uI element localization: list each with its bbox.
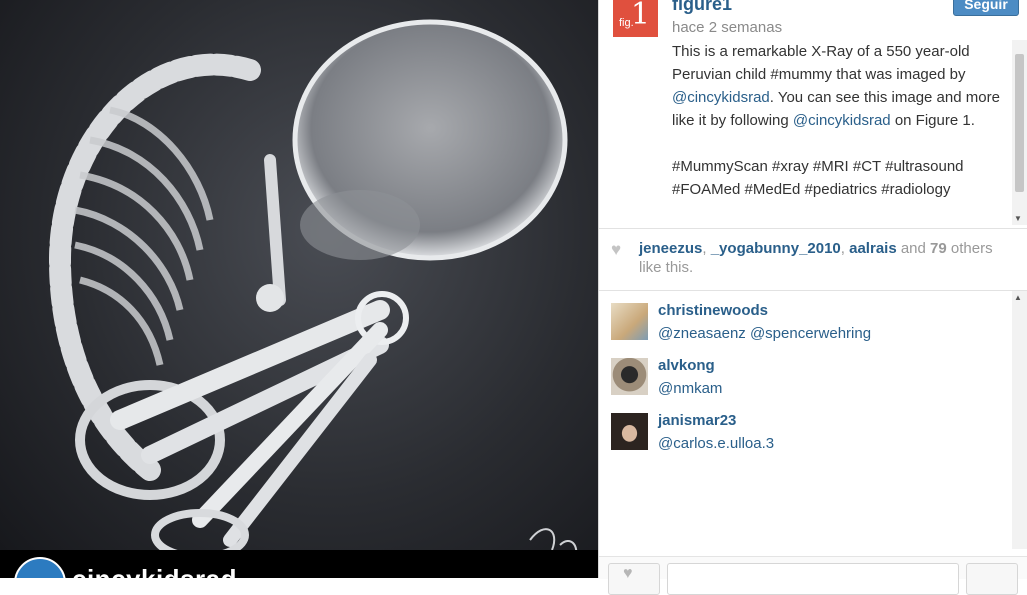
comments-scrollbar[interactable]: ▲ bbox=[1012, 291, 1027, 549]
comment-text[interactable]: @nmkam bbox=[658, 380, 722, 397]
xray-image bbox=[48, 19, 578, 561]
section-divider bbox=[599, 228, 1027, 229]
comment-item: janismar23 @carlos.e.ulloa.3 bbox=[611, 401, 991, 452]
post-caption: This is a remarkable X-Ray of a 550 year… bbox=[672, 40, 1002, 201]
comments-list: christinewoods @zneasaenz @spencerwehrin… bbox=[599, 291, 1027, 549]
caption-mention-link[interactable]: @cincykidsrad bbox=[672, 89, 770, 106]
comment-item: alvkong @nmkam bbox=[611, 346, 991, 397]
likes-and: and bbox=[900, 240, 926, 257]
caption-scrollbar[interactable]: ▼ bbox=[1012, 40, 1027, 225]
avatar-number: 1 bbox=[630, 0, 650, 32]
liker-link[interactable]: jeneezus bbox=[639, 240, 702, 257]
follow-button[interactable]: Seguir bbox=[953, 0, 1019, 16]
photo-overlay-username: cincykidsrad bbox=[72, 564, 237, 578]
comment-text[interactable]: @zneasaenz @spencerwehring bbox=[658, 325, 871, 342]
author-username[interactable]: figure1 bbox=[672, 0, 732, 15]
like-button[interactable]: ♥ bbox=[608, 563, 660, 595]
commenter-avatar[interactable] bbox=[611, 358, 648, 395]
comment-text[interactable]: @carlos.e.ulloa.3 bbox=[658, 435, 774, 452]
post-photo[interactable]: cincykidsrad bbox=[0, 0, 598, 578]
caption-hashtags[interactable]: #MummyScan #xray #MRI #CT #ultrasound #F… bbox=[672, 155, 1002, 201]
commenter-username[interactable]: alvkong bbox=[658, 357, 715, 374]
comment-item: christinewoods @zneasaenz @spencerwehrin… bbox=[611, 291, 991, 342]
author-avatar[interactable]: 1 fig. bbox=[613, 0, 658, 37]
caption-text: on Figure 1. bbox=[890, 112, 975, 129]
liker-link[interactable]: aalrais bbox=[849, 240, 897, 257]
post-timestamp[interactable]: hace 2 semanas bbox=[672, 19, 782, 36]
more-options-button[interactable] bbox=[966, 563, 1018, 595]
scroll-up-icon[interactable]: ▲ bbox=[1014, 293, 1022, 302]
scroll-down-icon[interactable]: ▼ bbox=[1014, 214, 1022, 223]
commenter-username[interactable]: christinewoods bbox=[658, 302, 768, 319]
comment-input[interactable] bbox=[667, 563, 959, 595]
liker-link[interactable]: _yogabunny_2010 bbox=[711, 240, 841, 257]
heart-icon: ♥ bbox=[611, 240, 622, 259]
commenter-avatar[interactable] bbox=[611, 303, 648, 340]
commenter-avatar[interactable] bbox=[611, 413, 648, 450]
scrollbar-thumb[interactable] bbox=[1015, 54, 1024, 192]
likes-summary: jeneezus, _yogabunny_2010, aalrais and 7… bbox=[639, 240, 993, 276]
heart-icon: ♥ bbox=[623, 565, 633, 582]
caption-mention-link[interactable]: @cincykidsrad bbox=[793, 112, 891, 129]
avatar-label: fig. bbox=[619, 17, 634, 29]
caption-text: This is a remarkable X-Ray of a 550 year… bbox=[672, 43, 970, 83]
commenter-username[interactable]: janismar23 bbox=[658, 412, 736, 429]
likes-count[interactable]: 79 bbox=[930, 240, 947, 257]
